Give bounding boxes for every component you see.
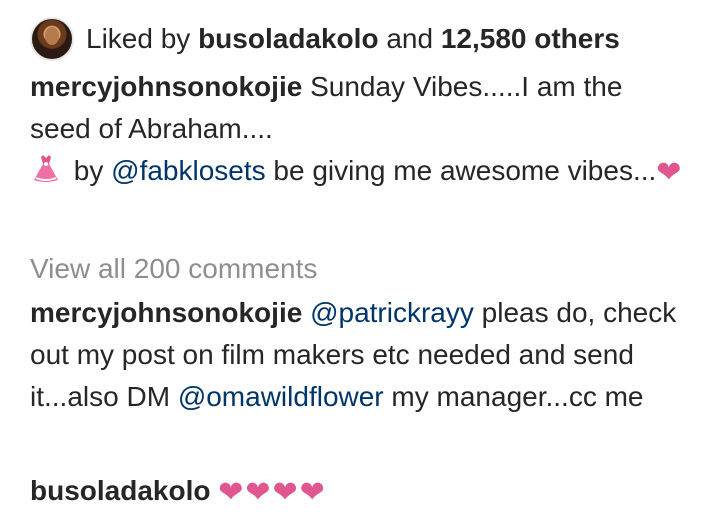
heart-icon: ❤ bbox=[218, 476, 244, 509]
caption-by: by bbox=[73, 155, 104, 186]
heart-icon: ❤ bbox=[245, 476, 271, 509]
caption: mercyjohnsonokojie Sunday Vibes.....I am… bbox=[30, 66, 690, 192]
dress-icon bbox=[34, 155, 58, 182]
mention-fabklosets[interactable]: @fabklosets bbox=[111, 155, 266, 186]
mention-omawildflower[interactable]: @omawildflower bbox=[178, 381, 384, 412]
mention-patrickrayy[interactable]: @patrickrayy bbox=[310, 297, 474, 328]
avatar[interactable] bbox=[30, 17, 74, 61]
likes-prefix: Liked by bbox=[86, 23, 191, 54]
likes-count[interactable]: 12,580 others bbox=[441, 23, 620, 55]
likes-row: Liked by busoladakolo and 12,580 others bbox=[30, 14, 620, 64]
comment: busoladakolo ❤❤❤❤ bbox=[30, 470, 690, 512]
comment: mercyjohnsonokojie @patrickrayy pleas do… bbox=[30, 292, 690, 418]
heart-icon: ❤ bbox=[656, 156, 682, 189]
heart-icon: ❤ bbox=[272, 476, 298, 509]
heart-icon: ❤ bbox=[299, 476, 325, 509]
caption-username[interactable]: mercyjohnsonokojie bbox=[30, 71, 302, 102]
view-all-comments-link[interactable]: View all 200 comments bbox=[30, 248, 317, 290]
liked-by-user[interactable]: busoladakolo bbox=[198, 23, 378, 55]
comment-username[interactable]: mercyjohnsonokojie bbox=[30, 297, 302, 328]
comment-username[interactable]: busoladakolo bbox=[30, 475, 210, 506]
caption-text-2: be giving me awesome vibes... bbox=[273, 155, 657, 186]
comment-text-2: my manager...cc me bbox=[391, 381, 644, 412]
likes-conjunction: and bbox=[386, 23, 434, 54]
